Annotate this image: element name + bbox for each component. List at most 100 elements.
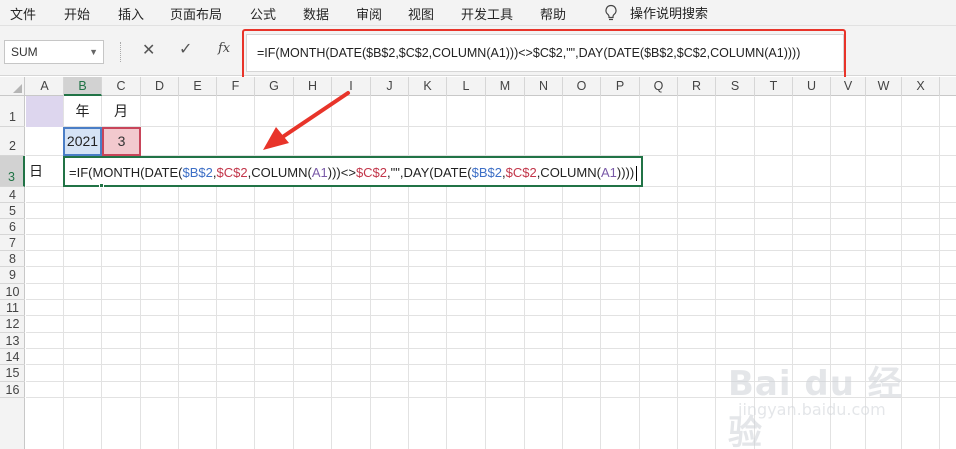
formula-text: )))<> xyxy=(327,165,356,180)
lightbulb-icon xyxy=(605,4,617,20)
row-header-7[interactable]: 7 xyxy=(0,235,25,251)
column-header-d[interactable]: D xyxy=(141,77,179,96)
row-header-8[interactable]: 8 xyxy=(0,251,25,267)
row-header-1[interactable]: 1 xyxy=(0,96,25,127)
column-header-w[interactable]: W xyxy=(866,77,902,96)
watermark-url: jingyan.baidu.com xyxy=(738,400,886,419)
formula-reference-b: $B$2 xyxy=(182,165,213,180)
ribbon-tab-6[interactable]: 数据 xyxy=(303,4,329,23)
ribbon-tab-5[interactable]: 公式 xyxy=(250,4,276,23)
ribbon-tab-1[interactable]: 文件 xyxy=(10,4,36,23)
row-header-3[interactable]: 3 xyxy=(0,156,25,187)
text-caret xyxy=(636,166,638,182)
cell-a1[interactable] xyxy=(26,96,63,127)
cell-c2[interactable]: 3 xyxy=(102,127,141,156)
formula-text: ,"",DAY(DATE( xyxy=(387,165,472,180)
chevron-down-icon[interactable]: ▼ xyxy=(89,41,98,63)
row-header-12[interactable]: 12 xyxy=(0,316,25,333)
row-header-10[interactable]: 10 xyxy=(0,284,25,300)
row-header-2[interactable]: 2 xyxy=(0,127,25,156)
insert-function-button[interactable]: fx xyxy=(218,41,230,56)
grid-line-horizontal xyxy=(26,250,956,251)
column-header-c[interactable]: C xyxy=(102,77,141,96)
column-header-m[interactable]: M xyxy=(486,77,525,96)
ribbon-tab-7[interactable]: 审阅 xyxy=(356,4,382,23)
row-header-16[interactable]: 16 xyxy=(0,382,25,398)
cell-a3[interactable]: 日 xyxy=(26,157,63,186)
row-header-4[interactable]: 4 xyxy=(0,187,25,203)
grid-line-horizontal xyxy=(26,218,956,219)
column-header-x[interactable]: X xyxy=(902,77,940,96)
grid-line-horizontal xyxy=(26,283,956,284)
formula-input[interactable]: =IF(MONTH(DATE($B$2,$C$2,COLUMN(A1)))<>$… xyxy=(246,34,844,72)
formula-bar-separator xyxy=(120,42,122,62)
ribbon-tab-2[interactable]: 开始 xyxy=(64,4,90,23)
formula-reference-c: $C$2 xyxy=(355,165,388,180)
formula-text: ,COLUMN( xyxy=(247,165,312,180)
column-header-e[interactable]: E xyxy=(179,77,217,96)
fill-handle[interactable] xyxy=(99,183,104,188)
grid-line-horizontal xyxy=(26,332,956,333)
column-header-u[interactable]: U xyxy=(793,77,831,96)
row-headers: 1 2 3 4 5 6 7 8 9 10 11 12 13 14 15 16 xyxy=(0,96,25,449)
grid-line-horizontal xyxy=(26,348,956,349)
select-all-corner[interactable] xyxy=(0,77,25,96)
column-header-o[interactable]: O xyxy=(563,77,601,96)
ribbon-tab-3[interactable]: 插入 xyxy=(118,4,144,23)
formula-reference-b: $B$2 xyxy=(471,165,502,180)
enter-button[interactable]: ✓ xyxy=(179,39,192,59)
row-header-13[interactable]: 13 xyxy=(0,333,25,349)
column-header-l[interactable]: L xyxy=(447,77,486,96)
grid-line-horizontal xyxy=(26,315,956,316)
formula-text: =IF(MONTH(DATE( xyxy=(69,165,183,180)
formula-reference-c: $C$2 xyxy=(216,165,248,180)
cell-c1[interactable]: 月 xyxy=(102,96,140,127)
ribbon-tab-4[interactable]: 页面布局 xyxy=(170,4,222,23)
column-header-r[interactable]: R xyxy=(678,77,716,96)
column-header-h[interactable]: H xyxy=(294,77,332,96)
row-header-15[interactable]: 15 xyxy=(0,365,25,382)
formula-reference-a: A1 xyxy=(311,165,328,180)
ribbon-tab-10[interactable]: 帮助 xyxy=(540,4,566,23)
cell-formula-text: =IF(MONTH(DATE($B$2,$C$2,COLUMN(A1)))<>$… xyxy=(69,165,634,180)
ribbon-tab-bar: 文件 开始 插入 页面布局 公式 数据 审阅 视图 开发工具 帮助 操作说明搜索 xyxy=(0,0,956,26)
column-header-a[interactable]: A xyxy=(26,77,64,96)
column-header-n[interactable]: N xyxy=(525,77,563,96)
formula-reference-c: $C$2 xyxy=(505,165,537,180)
ribbon-tab-8[interactable]: 视图 xyxy=(408,4,434,23)
column-header-i[interactable]: I xyxy=(332,77,371,96)
column-header-q[interactable]: Q xyxy=(640,77,678,96)
name-box-value: SUM xyxy=(11,45,38,59)
column-header-p[interactable]: P xyxy=(601,77,640,96)
ribbon-tab-9[interactable]: 开发工具 xyxy=(461,4,513,23)
cell-b2[interactable]: 2021 xyxy=(63,127,102,156)
column-header-f[interactable]: F xyxy=(217,77,255,96)
active-cell-editor[interactable]: =IF(MONTH(DATE($B$2,$C$2,COLUMN(A1)))<>$… xyxy=(63,156,644,187)
row-header-14[interactable]: 14 xyxy=(0,349,25,365)
formula-text: )))) xyxy=(616,165,635,180)
row-header-9[interactable]: 9 xyxy=(0,267,25,284)
column-header-v[interactable]: V xyxy=(831,77,866,96)
grid-line-horizontal xyxy=(26,202,956,203)
column-header-b[interactable]: B xyxy=(64,77,102,96)
tell-me-search[interactable]: 操作说明搜索 xyxy=(604,3,708,22)
row-header-5[interactable]: 5 xyxy=(0,203,25,219)
column-header-t[interactable]: T xyxy=(755,77,793,96)
cancel-button[interactable]: ✕ xyxy=(142,40,155,60)
baidu-watermark: Bai du 经验 jingyan.baidu.com xyxy=(728,352,928,449)
row-header-11[interactable]: 11 xyxy=(0,300,25,316)
formula-bar: SUM ▼ ✕ ✓ fx =IF(MONTH(DATE($B$2,$C$2,CO… xyxy=(0,26,956,76)
column-header-g[interactable]: G xyxy=(255,77,294,96)
column-header-s[interactable]: S xyxy=(716,77,755,96)
column-header-k[interactable]: K xyxy=(409,77,447,96)
name-box[interactable]: SUM ▼ xyxy=(4,40,104,64)
grid-line-horizontal xyxy=(26,234,956,235)
grid-line-horizontal xyxy=(26,266,956,267)
grid-line-horizontal xyxy=(26,126,956,127)
row-header-6[interactable]: 6 xyxy=(0,219,25,235)
tell-me-label: 操作说明搜索 xyxy=(630,6,709,21)
grid-line-horizontal xyxy=(26,299,956,300)
column-header-j[interactable]: J xyxy=(371,77,409,96)
cell-b1[interactable]: 年 xyxy=(64,96,101,127)
column-headers: ABCDEFGHIJKLMNOPQRSTUVWX xyxy=(0,77,956,96)
